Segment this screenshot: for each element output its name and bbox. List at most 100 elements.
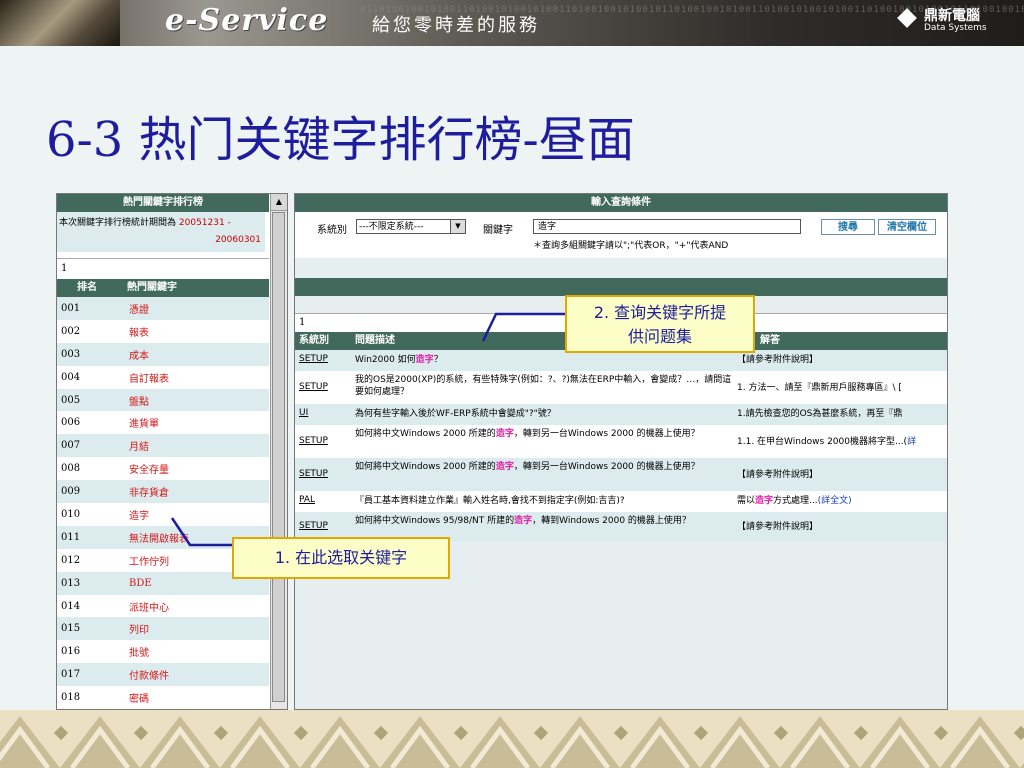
ranking-row: 018 密碼 (57, 686, 269, 709)
keyword-link[interactable]: 進貨單 (119, 415, 159, 430)
eservice-logo: e-Service (165, 3, 329, 38)
keyword-link[interactable]: BDE (119, 578, 152, 589)
callout-step2: 2. 查询关键字所提 供问题集 (565, 295, 755, 353)
rank-number: 017 (61, 669, 81, 681)
question-description[interactable]: 我的OS是2000(XP)的系統，有些特殊字(例如：?、?)無法在ERP中輸入，… (355, 374, 733, 398)
system-link[interactable]: PAL (299, 495, 315, 505)
keyword-link[interactable]: 自訂報表 (119, 370, 169, 385)
answer-summary[interactable]: 需以造字方式處理...(詳全文) (737, 495, 852, 507)
col-description: 問題描述 (355, 335, 395, 346)
ranking-scrollbar[interactable]: ▲ (270, 194, 287, 709)
clear-fields-button[interactable]: 清空欄位 (878, 219, 936, 235)
answer-text: 【請參考附件說明】 (737, 355, 819, 365)
answer-text-tail: 方式處理... (773, 496, 818, 506)
decorative-footer (0, 710, 1024, 768)
rank-number: 007 (61, 440, 81, 452)
system-select[interactable]: ---不限定系統--- ▼ (356, 219, 466, 234)
ranking-row: 003 成本 (57, 342, 269, 366)
answer-summary[interactable]: 【請參考附件說明】 (737, 521, 818, 533)
keyword-link[interactable]: 派班中心 (119, 599, 169, 614)
keyword-link[interactable]: 批號 (119, 644, 149, 659)
footer-diamond (213, 725, 229, 741)
system-link[interactable]: SETUP (299, 436, 328, 446)
keyword-input[interactable]: 造字 (533, 219, 801, 234)
desc-text-tail: ，轉到Windows 2000 的機器上使用？ (532, 516, 691, 526)
desc-text: 我的OS是2000(XP)的系統，有些特殊字(例如：?、?)無法在ERP中輸入，… (355, 375, 732, 397)
query-header: 輸入查詢條件 (295, 194, 947, 212)
system-link[interactable]: UI (299, 408, 308, 418)
rank-number: 018 (61, 692, 81, 704)
footer-triangle (540, 716, 620, 768)
col-keyword: 熱門關鍵字 (127, 282, 177, 293)
ranking-row: 005 盤點 (57, 388, 269, 412)
answer-summary[interactable]: 【請參考附件說明】 (737, 354, 818, 366)
ranking-row: 008 安全存量 (57, 457, 269, 480)
footer-triangle (380, 716, 460, 768)
keyword-link[interactable]: 報表 (119, 324, 149, 339)
question-description[interactable]: 『員工基本資料建立作業』輸入姓名時,會找不到指定字(例如:吉吉)? (355, 495, 733, 507)
scroll-up-icon[interactable]: ▲ (271, 194, 287, 211)
rank-number: 003 (61, 348, 81, 360)
answer-detail-link[interactable]: 詳 (907, 437, 916, 447)
footer-triangle (60, 716, 140, 768)
desc-highlight: 造字 (495, 429, 514, 439)
col-rank: 排名 (77, 282, 97, 293)
question-description[interactable]: 如何將中文Windows 2000 所建的造字，轉到另一台Windows 200… (355, 428, 733, 440)
keyword-link[interactable]: 月結 (119, 438, 149, 453)
system-link[interactable]: SETUP (299, 521, 328, 531)
answer-summary[interactable]: 1.請先檢查您的OS為甚麼系統，再至『鼎 (737, 408, 902, 420)
footer-diamond (373, 725, 389, 741)
footer-diamond (853, 725, 869, 741)
footer-diamond (133, 725, 149, 741)
ranking-period-start: 20051231 - (178, 218, 231, 228)
keyword-link[interactable]: 造字 (119, 507, 149, 522)
answer-detail-link[interactable]: (詳全文) (818, 496, 852, 506)
rank-number: 013 (61, 577, 81, 589)
callout-step2-line2: 供问题集 (627, 327, 692, 346)
question-description[interactable]: 為何有些字輸入後於WF-ERP系統中會變成"?"號？ (355, 408, 733, 420)
query-form: 系統別 ---不限定系統--- ▼ 關鍵字 造字 ＊查詢多組關鍵字請以";"代表… (295, 212, 947, 258)
keyword-link[interactable]: 無法開啟報表 (119, 530, 189, 545)
answer-summary[interactable]: 【請參考附件說明】 (737, 469, 818, 481)
keyword-link[interactable]: 工作佇列 (119, 553, 169, 568)
chevron-down-icon[interactable]: ▼ (450, 220, 465, 233)
ranking-period: 本次關鍵字排行榜統計期間為 20051231 - 20060301 (57, 212, 265, 252)
divider-bar (295, 278, 947, 296)
question-description[interactable]: 如何將中文Windows 2000 所建的造字，轉到另一台Windows 200… (355, 461, 733, 473)
rank-number: 008 (61, 463, 81, 475)
footer-diamond (693, 725, 709, 741)
question-description[interactable]: 如何將中文Windows 95/98/NT 所建的造字，轉到Windows 20… (355, 515, 733, 527)
footer-diamond (613, 725, 629, 741)
rank-number: 002 (61, 325, 81, 337)
scroll-thumb[interactable] (272, 212, 285, 702)
search-button[interactable]: 搜尋 (821, 219, 875, 235)
question-description[interactable]: Win2000 如何造字？ (355, 354, 733, 366)
keyword-link[interactable]: 非存貨倉 (119, 484, 169, 499)
keyword-link[interactable]: 盤點 (119, 393, 149, 408)
system-link[interactable]: SETUP (299, 382, 328, 392)
result-row: SETUP 我的OS是2000(XP)的系統，有些特殊字(例如：?、?)無法在ER… (295, 371, 947, 404)
system-link[interactable]: SETUP (299, 354, 328, 364)
keyword-link[interactable]: 付款條件 (119, 667, 169, 682)
keyword-link[interactable]: 憑證 (119, 301, 149, 316)
keyword-label: 關鍵字 (483, 225, 513, 236)
rank-number: 004 (61, 371, 81, 383)
rank-number: 009 (61, 486, 81, 498)
keyword-link[interactable]: 安全存量 (119, 461, 169, 476)
footer-diamond (53, 725, 69, 741)
answer-summary[interactable]: 1.1. 在甲台Windows 2000機器將字型...(詳 (737, 436, 916, 448)
ranking-row: 014 派班中心 (57, 595, 269, 618)
desc-highlight: 造字 (415, 355, 434, 365)
ranking-page-count: 1 (57, 258, 269, 279)
ranking-row: 010 造字 (57, 503, 269, 526)
brand-subtitle: Data Systems (924, 23, 987, 33)
answer-summary[interactable]: 1. 方法一、請至『鼎新用戶服務專區』\ [ (737, 382, 902, 394)
keyword-link[interactable]: 成本 (119, 347, 149, 362)
ranking-row: 004 自訂報表 (57, 366, 269, 389)
banner-photo (0, 0, 120, 46)
footer-diamond (533, 725, 549, 741)
keyword-link[interactable]: 列印 (119, 621, 149, 636)
system-link[interactable]: SETUP (299, 469, 328, 479)
desc-text-tail: ，轉到另一台Windows 2000 的機器上使用？ (513, 429, 700, 439)
keyword-link[interactable]: 密碼 (119, 690, 149, 705)
